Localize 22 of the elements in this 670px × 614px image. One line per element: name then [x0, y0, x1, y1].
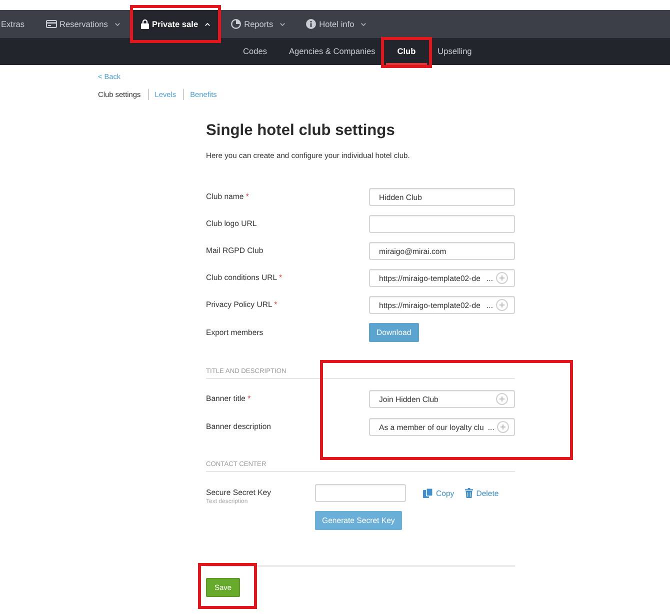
sub-nav-tab[interactable]: Agencies & Companies: [278, 39, 386, 65]
plus-circle-icon[interactable]: [496, 393, 508, 405]
sub-nav-tab[interactable]: Codes: [232, 39, 278, 65]
text-field[interactable]: [369, 215, 515, 233]
page-title: Single hotel club settings: [206, 122, 396, 140]
nav-menu-item[interactable]: Reports: [222, 10, 294, 38]
nav-menu-item[interactable]: Extras: [0, 10, 34, 38]
trash-icon: [465, 488, 474, 498]
card-icon: [46, 20, 57, 28]
copy-icon: [423, 488, 433, 498]
text-field[interactable]: [315, 484, 406, 502]
sub-nav-tab[interactable]: Club: [386, 39, 427, 65]
plus-circle-icon[interactable]: [496, 272, 508, 284]
pie-chart-icon: [231, 19, 242, 29]
nav-menu-item[interactable]: Hotel info: [297, 10, 376, 38]
sub-nav-tab[interactable]: Upselling: [426, 39, 483, 65]
nav-menu-item[interactable]: Private sale: [132, 10, 220, 38]
nav-menu-item[interactable]: Reservations: [36, 10, 129, 38]
lock-icon: [140, 19, 149, 29]
info-icon: [306, 19, 316, 29]
plus-circle-icon[interactable]: [497, 421, 510, 433]
plus-circle-icon[interactable]: [496, 299, 508, 311]
